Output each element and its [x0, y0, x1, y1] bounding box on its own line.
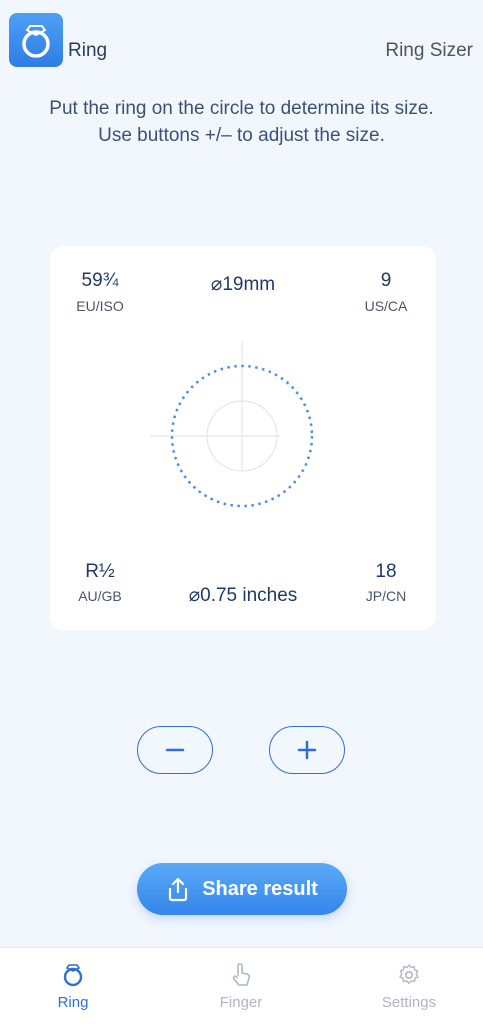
app-header: Ring Ring Sizer — [0, 0, 483, 70]
jp-size-value: 18 — [375, 561, 397, 582]
au-size-label: AU/GB — [78, 588, 122, 604]
app-name: Ring — [68, 40, 108, 61]
tab-settings[interactable]: Settings — [349, 948, 469, 1024]
ring-sizer-circle[interactable] — [150, 341, 320, 521]
tab-ring[interactable]: Ring — [13, 948, 133, 1024]
share-result-label: Share result — [202, 877, 318, 900]
app-logo-icon — [9, 13, 63, 67]
ring-icon — [63, 964, 83, 987]
eu-size-value: 59¾ — [81, 270, 119, 291]
increase-size-button[interactable] — [269, 726, 345, 774]
share-icon — [169, 877, 188, 902]
diameter-mm: ⌀19mm — [210, 274, 276, 295]
instruction-line-2: Use buttons +/– to adjust the size. — [98, 125, 385, 146]
share-result-button[interactable]: Share result — [137, 863, 347, 915]
us-size-value: 9 — [380, 270, 392, 291]
instructions: Put the ring on the circle to determine … — [0, 95, 483, 149]
decrease-size-button[interactable] — [137, 726, 213, 774]
minus-icon — [165, 748, 185, 752]
instruction-line-1: Put the ring on the circle to determine … — [49, 98, 434, 119]
tab-finger[interactable]: Finger — [181, 948, 301, 1024]
bottom-tab-bar: Ring Finger Settings — [0, 947, 483, 1024]
eu-size-label: EU/ISO — [76, 298, 124, 314]
tab-finger-label: Finger — [219, 994, 263, 1011]
gear-icon — [399, 964, 419, 984]
au-size-value: R½ — [85, 561, 115, 582]
jp-size-label: JP/CN — [365, 588, 407, 604]
us-size-label: US/CA — [364, 298, 408, 314]
tab-ring-label: Ring — [57, 994, 89, 1011]
sizer-card: 59¾ EU/ISO ⌀19mm 9 US/CA R½ AU/GB ⌀0.75 … — [50, 246, 436, 630]
plus-icon — [297, 740, 317, 760]
tab-settings-label: Settings — [381, 994, 437, 1011]
finger-icon — [232, 963, 251, 986]
diameter-inches: ⌀0.75 inches — [188, 585, 298, 606]
page-title: Ring Sizer — [385, 40, 473, 61]
